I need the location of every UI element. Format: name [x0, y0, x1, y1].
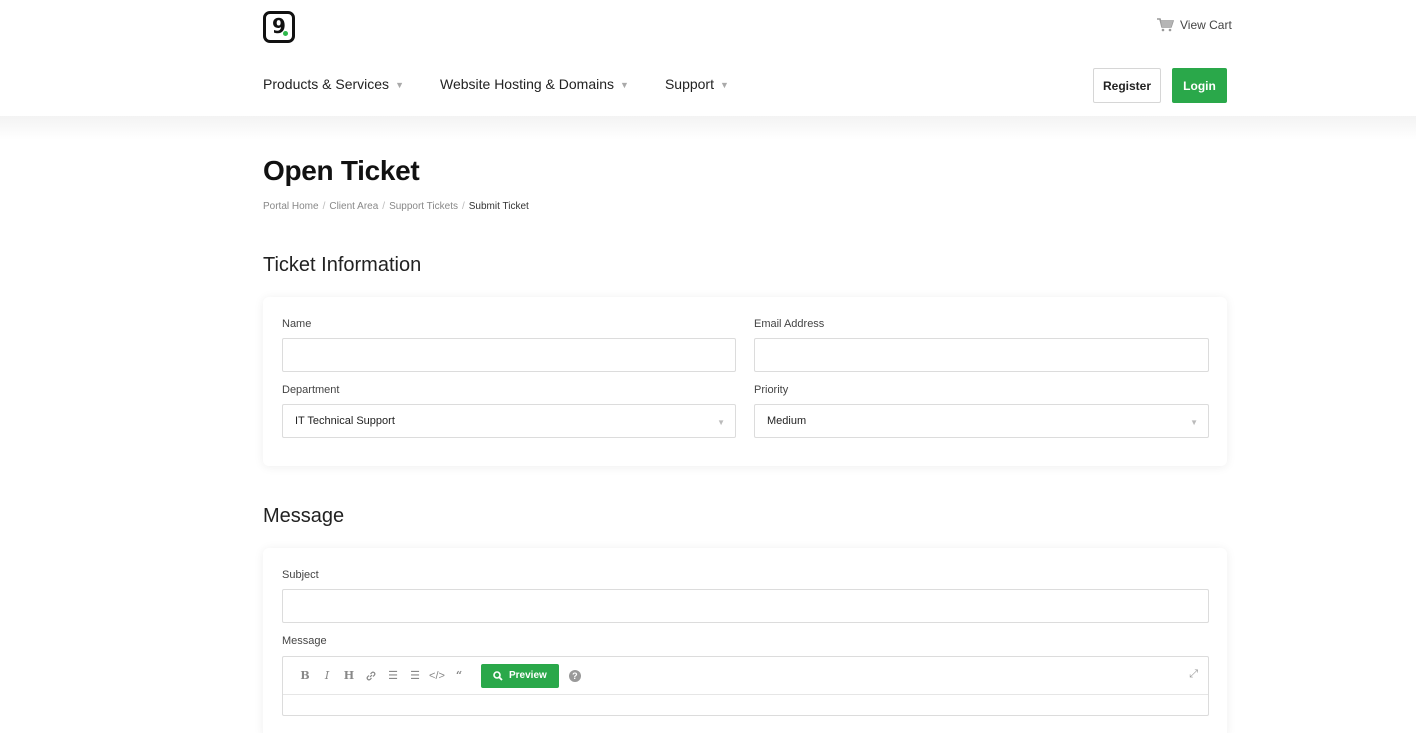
heading-icon[interactable]: H	[341, 668, 357, 684]
bullet-list-icon[interactable]: ☰	[385, 668, 401, 684]
view-cart-link[interactable]: View Cart	[1156, 18, 1232, 32]
chevron-down-icon: ▼	[717, 418, 725, 427]
main-nav: Products & Services ▼ Website Hosting & …	[263, 76, 765, 92]
message-heading: Message	[263, 505, 345, 527]
nav-label: Website Hosting & Domains	[439, 76, 615, 92]
header-shadow	[0, 116, 1416, 140]
help-icon[interactable]: ?	[568, 669, 581, 682]
breadcrumb-client-area[interactable]: Client Area	[329, 201, 378, 212]
message-editor[interactable]: B I H ☰ ☰ </> “ Preview ? ⤢	[282, 656, 1209, 716]
department-value: IT Technical Support	[295, 415, 395, 427]
breadcrumb-current: Submit Ticket	[468, 201, 529, 212]
chevron-down-icon: ▼	[620, 80, 629, 90]
priority-label: Priority	[754, 384, 789, 396]
link-icon[interactable]	[363, 668, 379, 684]
name-label: Name	[282, 318, 312, 330]
ticket-information-card: Name Email Address Department IT Technic…	[263, 297, 1227, 466]
subject-label: Subject	[282, 569, 319, 581]
nav-label: Support	[664, 76, 714, 92]
name-input[interactable]	[282, 338, 736, 372]
breadcrumb-separator: /	[382, 201, 386, 212]
page: 9 View Cart Products & Services ▼ Websit…	[0, 0, 1416, 733]
email-input[interactable]	[754, 338, 1209, 372]
code-icon[interactable]: </>	[429, 668, 445, 684]
nav-label: Products & Services	[263, 76, 390, 92]
logo-dot	[283, 31, 288, 36]
subject-input[interactable]	[282, 589, 1209, 623]
nav-support[interactable]: Support ▼	[665, 76, 729, 92]
breadcrumb-support-tickets[interactable]: Support Tickets	[389, 201, 458, 212]
preview-button[interactable]: Preview	[481, 663, 559, 688]
bold-icon[interactable]: B	[297, 668, 313, 684]
chevron-down-icon: ▼	[395, 80, 404, 90]
breadcrumb: Portal Home / Client Area / Support Tick…	[263, 201, 529, 212]
login-button[interactable]: Login	[1172, 68, 1227, 103]
page-title: Open Ticket	[263, 155, 420, 186]
nav-website-hosting-domains[interactable]: Website Hosting & Domains ▼	[440, 76, 629, 92]
register-button[interactable]: Register	[1093, 68, 1161, 103]
ticket-information-heading: Ticket Information	[263, 254, 422, 276]
site-header: 9 View Cart Products & Services ▼ Websit…	[0, 0, 1416, 116]
editor-toolbar: B I H ☰ ☰ </> “ Preview ?	[283, 657, 1208, 695]
cart-label: View Cart	[1180, 18, 1232, 32]
email-label: Email Address	[754, 318, 825, 330]
nav-products-services[interactable]: Products & Services ▼	[263, 76, 404, 92]
numbered-list-icon[interactable]: ☰	[407, 668, 423, 684]
italic-icon[interactable]: I	[319, 668, 335, 684]
department-select[interactable]: IT Technical Support ▼	[282, 404, 736, 438]
priority-value: Medium	[767, 415, 807, 427]
department-label: Department	[282, 384, 340, 396]
fullscreen-icon[interactable]: ⤢	[1189, 668, 1198, 681]
priority-select[interactable]: Medium ▼	[754, 404, 1209, 438]
message-label: Message	[282, 635, 327, 647]
logo[interactable]: 9	[263, 11, 295, 43]
breadcrumb-portal-home[interactable]: Portal Home	[263, 201, 319, 212]
message-card: Subject Message B I H ☰ ☰ </> “ Preview …	[263, 548, 1227, 733]
chevron-down-icon: ▼	[1190, 418, 1198, 427]
search-icon	[493, 670, 503, 681]
cart-icon	[1157, 18, 1174, 32]
breadcrumb-separator: /	[461, 201, 465, 212]
preview-label: Preview	[509, 670, 547, 681]
breadcrumb-separator: /	[322, 201, 326, 212]
quote-icon[interactable]: “	[451, 668, 467, 684]
chevron-down-icon: ▼	[720, 80, 729, 90]
